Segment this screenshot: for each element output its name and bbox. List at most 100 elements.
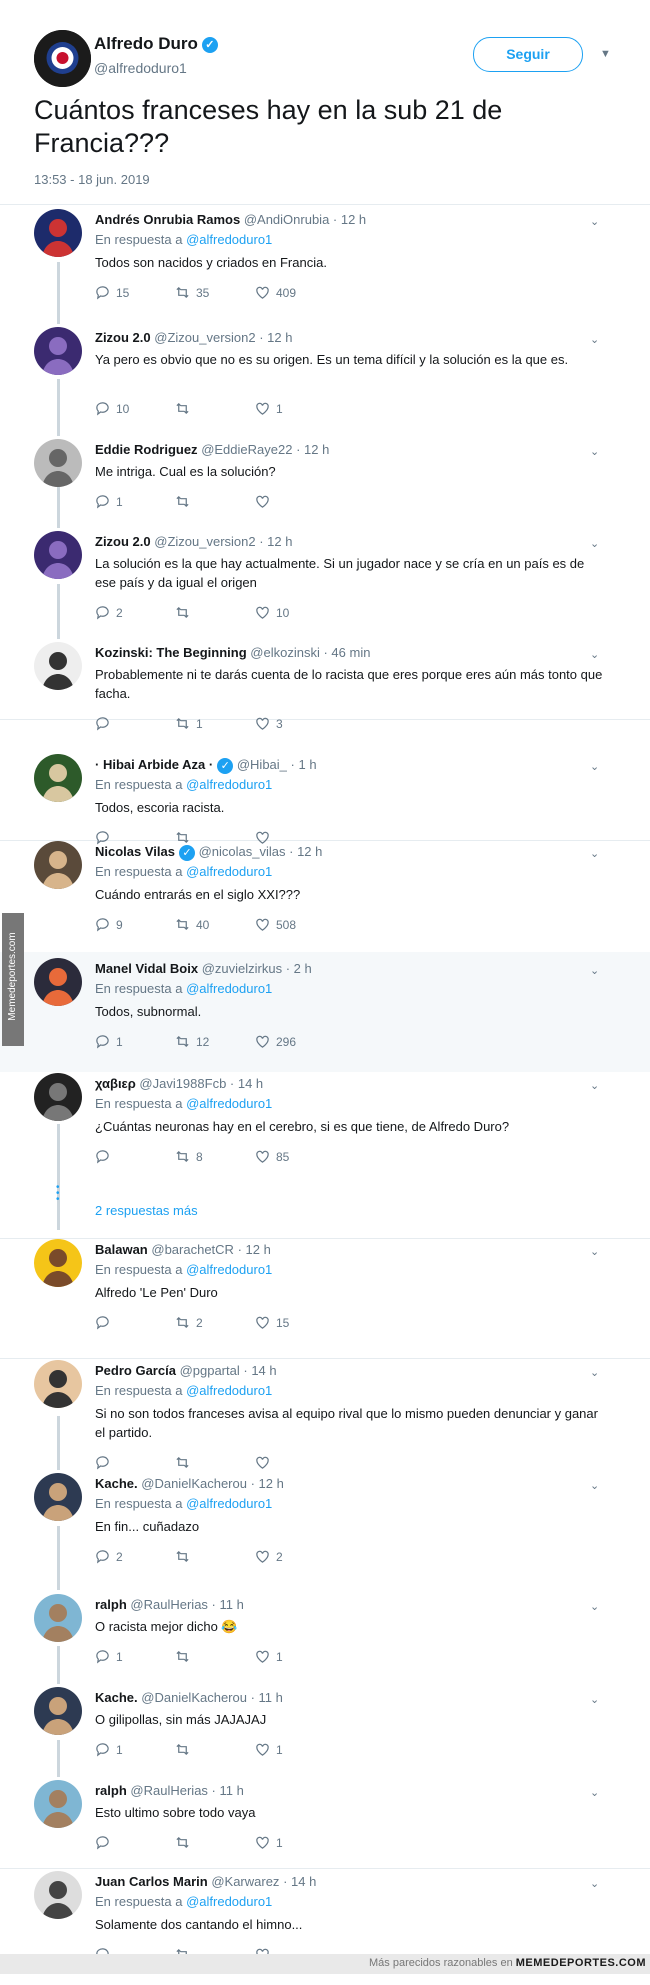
author-name[interactable]: Pedro García — [95, 1363, 176, 1378]
user-avatar[interactable] — [34, 754, 82, 802]
retweet-button[interactable] — [175, 1649, 255, 1664]
author-handle[interactable]: @Zizou_version2 — [154, 534, 255, 549]
tweet-header[interactable]: Kozinski: The Beginning @elkozinski · 46… — [95, 645, 370, 660]
author-handle[interactable]: @EddieRaye22 — [201, 442, 292, 457]
author-handle[interactable]: @elkozinski — [250, 645, 320, 660]
author-handle[interactable]: @nicolas_vilas — [199, 844, 286, 859]
retweet-button[interactable] — [175, 1835, 255, 1850]
reply-button[interactable]: 1 — [95, 1649, 175, 1664]
author-name[interactable]: Zizou 2.0 — [95, 330, 151, 345]
retweet-button[interactable] — [175, 401, 255, 416]
tweet-header[interactable]: Nicolas Vilas ✓ @nicolas_vilas · 12 h — [95, 844, 322, 861]
author-name[interactable]: Zizou 2.0 — [95, 534, 151, 549]
reply-button[interactable] — [95, 716, 175, 731]
tweet-time[interactable]: · 14 h — [243, 1363, 276, 1378]
reply-button[interactable]: 1 — [95, 1742, 175, 1757]
reply-button[interactable]: 2 — [95, 1549, 175, 1564]
tweet-header[interactable]: Zizou 2.0 @Zizou_version2 · 12 h — [95, 534, 292, 549]
like-button[interactable]: 1 — [255, 401, 335, 416]
reply-button[interactable] — [95, 1149, 175, 1164]
reply-tweet[interactable]: Balawan @barachetCR · 12 h ⌄ En respuesta … — [0, 1233, 650, 1353]
chevron-down-icon[interactable]: ⌄ — [590, 537, 599, 550]
chevron-down-icon[interactable]: ⌄ — [590, 847, 599, 860]
reply-button[interactable]: 9 — [95, 917, 175, 932]
main-tweet-timestamp[interactable]: 13:53 - 18 jun. 2019 — [34, 172, 150, 187]
chevron-down-icon[interactable]: ⌄ — [590, 1786, 599, 1799]
reply-button[interactable] — [95, 1315, 175, 1330]
tweet-header[interactable]: Zizou 2.0 @Zizou_version2 · 12 h — [95, 330, 292, 345]
like-button[interactable]: 1 — [255, 1649, 335, 1664]
tweet-header[interactable]: Balawan @barachetCR · 12 h — [95, 1242, 271, 1257]
tweet-header[interactable]: Manel Vidal Boix @zuvielzirkus · 2 h — [95, 961, 312, 976]
tweet-header[interactable]: Kache. @DanielKacherou · 11 h — [95, 1690, 283, 1705]
tweet-header[interactable]: Eddie Rodriguez @EddieRaye22 · 12 h — [95, 442, 329, 457]
retweet-button[interactable]: 1 — [175, 716, 255, 731]
like-button[interactable]: 1 — [255, 1742, 335, 1757]
retweet-button[interactable]: 35 — [175, 285, 255, 300]
author-name[interactable]: Kache. — [95, 1690, 138, 1705]
author-handle[interactable]: @DanielKacherou — [141, 1690, 247, 1705]
reply-target-link[interactable]: @alfredoduro1 — [186, 1496, 272, 1511]
author-handle[interactable]: @AndiOnrubia — [244, 212, 329, 227]
reply-tweet[interactable]: Andrés Onrubia Ramos @AndiOnrubia · 12 h… — [0, 203, 650, 323]
tweet-time[interactable]: · 1 h — [291, 757, 317, 772]
author-handle[interactable]: @pgpartal — [180, 1363, 240, 1378]
user-avatar[interactable] — [34, 1239, 82, 1287]
chevron-down-icon[interactable]: ⌄ — [590, 964, 599, 977]
reply-target-link[interactable]: @alfredoduro1 — [186, 864, 272, 879]
author-name[interactable]: Juan Carlos Marin — [95, 1874, 208, 1889]
author-handle[interactable]: @barachetCR — [151, 1242, 234, 1257]
author-handle[interactable]: @zuvielzirkus — [202, 961, 282, 976]
user-avatar[interactable] — [34, 531, 82, 579]
tweet-header[interactable]: Pedro García @pgpartal · 14 h — [95, 1363, 277, 1378]
retweet-button[interactable]: 12 — [175, 1034, 255, 1049]
reply-target-link[interactable]: @alfredoduro1 — [186, 232, 272, 247]
like-button[interactable]: 1 — [255, 1835, 335, 1850]
tweet-time[interactable]: · 12 h — [289, 844, 322, 859]
tweet-header[interactable]: Kache. @DanielKacherou · 12 h — [95, 1476, 284, 1491]
reply-button[interactable]: 2 — [95, 605, 175, 620]
chevron-down-icon[interactable]: ⌄ — [590, 1600, 599, 1613]
author-name[interactable]: Kozinski: The Beginning — [95, 645, 247, 660]
user-avatar[interactable] — [34, 209, 82, 257]
tweet-header[interactable]: ralph @RaulHerias · 11 h — [95, 1597, 244, 1612]
tweet-header[interactable]: Andrés Onrubia Ramos @AndiOnrubia · 12 h — [95, 212, 366, 227]
author-handle[interactable]: @Hibai_ — [237, 757, 287, 772]
retweet-button[interactable]: 40 — [175, 917, 255, 932]
user-avatar[interactable] — [34, 1871, 82, 1919]
author-name[interactable]: Nicolas Vilas — [95, 844, 175, 859]
main-author-handle[interactable]: @alfredoduro1 — [94, 60, 187, 76]
author-handle[interactable]: @RaulHerias — [130, 1597, 208, 1612]
chevron-down-icon[interactable]: ⌄ — [590, 215, 599, 228]
author-handle[interactable]: @DanielKacherou — [141, 1476, 247, 1491]
chevron-down-icon[interactable]: ⌄ — [590, 1245, 599, 1258]
user-avatar[interactable] — [34, 1473, 82, 1521]
tweet-time[interactable]: · 11 h — [212, 1597, 244, 1612]
user-avatar[interactable] — [34, 841, 82, 889]
reply-target-link[interactable]: @alfredoduro1 — [186, 777, 272, 792]
main-avatar[interactable] — [34, 30, 91, 87]
tweet-header[interactable]: χαβιερ @Javi1988Fcb · 14 h — [95, 1076, 263, 1091]
chevron-down-icon[interactable]: ⌄ — [590, 648, 599, 661]
tweet-time[interactable]: · 12 h — [259, 330, 292, 345]
author-name[interactable]: Andrés Onrubia Ramos — [95, 212, 240, 227]
reply-tweet[interactable]: Nicolas Vilas ✓ @nicolas_vilas · 12 h ⌄ En … — [0, 835, 650, 955]
reply-tweet[interactable]: ralph @RaulHerias · 11 h ⌄ O racista mejor… — [0, 1588, 650, 1688]
tweet-time[interactable]: · 12 h — [333, 212, 366, 227]
chevron-down-icon[interactable]: ⌄ — [590, 760, 599, 773]
user-avatar[interactable] — [34, 1594, 82, 1642]
user-avatar[interactable] — [34, 327, 82, 375]
chevron-down-icon[interactable]: ⌄ — [590, 1693, 599, 1706]
author-handle[interactable]: @RaulHerias — [130, 1783, 208, 1798]
author-name[interactable]: χαβιερ — [95, 1076, 136, 1091]
reply-tweet[interactable]: Kozinski: The Beginning @elkozinski · 46… — [0, 636, 650, 755]
chevron-down-icon[interactable]: ⌄ — [590, 1479, 599, 1492]
retweet-button[interactable]: 2 — [175, 1315, 255, 1330]
reply-target-link[interactable]: @alfredoduro1 — [186, 981, 272, 996]
reply-tweet[interactable]: Eddie Rodriguez @EddieRaye22 · 12 h ⌄ Me i… — [0, 433, 650, 533]
chevron-down-icon[interactable]: ⌄ — [590, 1079, 599, 1092]
reply-button[interactable]: 10 — [95, 401, 175, 416]
like-button[interactable]: 85 — [255, 1149, 335, 1164]
reply-target-link[interactable]: @alfredoduro1 — [186, 1383, 272, 1398]
like-button[interactable]: 3 — [255, 716, 335, 731]
